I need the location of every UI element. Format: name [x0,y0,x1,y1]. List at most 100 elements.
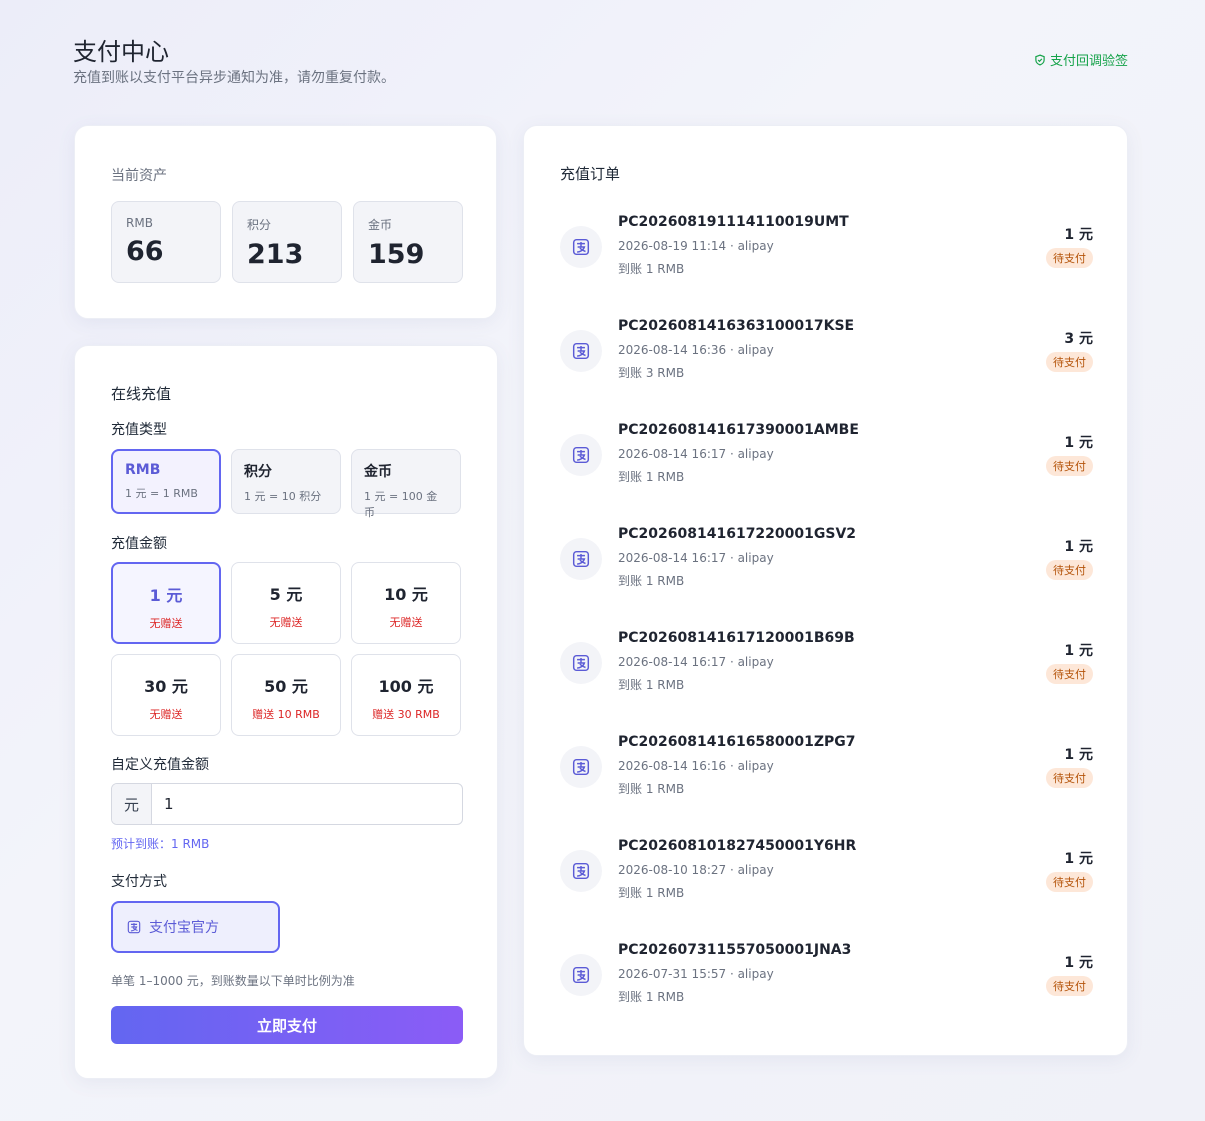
order-item[interactable]: PC202608141616580001ZPG7 2026-08-14 16:1… [560,732,1093,836]
order-arrival: 到账 1 RMB [618,782,685,796]
order-status-badge: 待支付 [1046,976,1093,996]
order-id: PC202607311557050001JNA3 [618,942,852,958]
amount-value: 100 元 [378,677,434,696]
order-icon-wrap [560,538,602,580]
amount-option[interactable]: 5 元 无赠送 [231,562,341,644]
amount-value: 10 元 [384,585,428,604]
alipay-icon [127,920,141,934]
order-meta: 2026-08-14 16:17 · alipay [618,655,774,669]
asset-tiles: RMB 66 积分 213 金币 159 [111,201,463,283]
amount-bonus: 无赠送 [389,616,423,629]
type-rate: 1 元 = 100 金币 [364,490,438,519]
order-price: 1 元 [1064,539,1093,555]
page-subtitle: 充值到账以支付平台异步通知为准，请勿重复付款。 [73,70,395,86]
order-id: PC202608141616580001ZPG7 [618,734,856,750]
order-price: 1 元 [1064,851,1093,867]
order-icon-wrap [560,850,602,892]
order-price: 1 元 [1064,747,1093,763]
payment-method-alipay[interactable]: 支付宝官方 [111,901,280,953]
recharge-amount-label: 充值金额 [111,536,167,552]
order-arrival: 到账 1 RMB [618,886,685,900]
page-title: 支付中心 [73,38,169,66]
custom-amount-input[interactable] [152,784,462,824]
pay-now-button[interactable]: 立即支付 [111,1006,463,1044]
order-item[interactable]: PC202608141617120001B69B 2026-08-14 16:1… [560,628,1093,732]
callback-verify-link[interactable]: 支付回调验签 [1034,50,1128,69]
order-price: 1 元 [1064,435,1093,451]
order-item[interactable]: PC202608101827450001Y6HR 2026-08-10 18:2… [560,836,1093,940]
payment-method-label: 支付方式 [111,874,167,890]
asset-value: 213 [247,239,304,270]
recharge-title: 在线充值 [111,385,172,403]
type-name: 金币 [364,464,392,480]
recharge-type-label: 充值类型 [111,422,167,438]
order-id: PC202608141617120001B69B [618,630,855,646]
assets-card: 当前资产 RMB 66 积分 213 金币 159 [74,125,497,319]
order-status-badge: 待支付 [1046,872,1093,892]
asset-label: RMB [126,216,153,230]
type-rate: 1 元 = 10 积分 [244,490,322,503]
order-arrival: 到账 1 RMB [618,470,685,484]
recharge-type-options: RMB 1 元 = 1 RMB 积分 1 元 = 10 积分 金币 1 元 = … [111,449,461,519]
recharge-card: 在线充值 充值类型 RMB 1 元 = 1 RMB 积分 1 元 = 10 积分… [74,345,498,1079]
amount-bonus: 无赠送 [269,616,303,629]
amount-bonus: 赠送 10 RMB [252,708,320,721]
order-list: PC202608191114110019UMT 2026-08-19 11:14… [560,212,1093,1044]
asset-tile-rmb: RMB 66 [111,201,221,283]
order-status-badge: 待支付 [1046,768,1093,788]
order-status-badge: 待支付 [1046,456,1093,476]
alipay-icon [572,238,590,256]
order-meta: 2026-08-14 16:17 · alipay [618,447,774,461]
type-rate: 1 元 = 1 RMB [125,487,198,500]
alipay-icon [572,654,590,672]
alipay-icon [572,342,590,360]
order-status-badge: 待支付 [1046,664,1093,684]
orders-card: 充值订单 PC202608191114110019UMT 2026-08-19 … [523,125,1128,1056]
verify-link-label: 支付回调验签 [1049,54,1128,69]
type-option-points[interactable]: 积分 1 元 = 10 积分 [231,449,341,514]
type-option-rmb[interactable]: RMB 1 元 = 1 RMB [111,449,221,514]
amount-option[interactable]: 30 元 无赠送 [111,654,221,736]
order-item[interactable]: PC202608191114110019UMT 2026-08-19 11:14… [560,212,1093,316]
type-option-coins[interactable]: 金币 1 元 = 100 金币 [351,449,461,519]
alipay-icon [572,758,590,776]
order-id: PC202608101827450001Y6HR [618,838,857,854]
order-id: PC2026081416363100017KSE [618,318,855,334]
amount-option[interactable]: 1 元 无赠送 [111,562,221,644]
asset-value: 66 [126,236,164,267]
amount-option[interactable]: 10 元 无赠送 [351,562,461,644]
order-arrival: 到账 1 RMB [618,678,685,692]
order-price: 1 元 [1064,643,1093,659]
order-item[interactable]: PC202608141617390001AMBE 2026-08-14 16:1… [560,420,1093,524]
order-item[interactable]: PC2026081416363100017KSE 2026-08-14 16:3… [560,316,1093,420]
order-id: PC202608141617390001AMBE [618,422,859,438]
order-arrival: 到账 1 RMB [618,574,685,588]
asset-tile-coins: 金币 159 [353,201,463,283]
order-meta: 2026-07-31 15:57 · alipay [618,967,774,981]
order-price: 3 元 [1064,331,1093,347]
order-status-badge: 待支付 [1046,248,1093,268]
order-arrival: 到账 1 RMB [618,262,685,276]
amount-option[interactable]: 50 元 赠送 10 RMB [231,654,341,736]
estimate-text: 预计到账：1 RMB [111,837,210,851]
amount-option[interactable]: 100 元 赠送 30 RMB [351,654,461,736]
order-icon-wrap [560,434,602,476]
type-name: 积分 [244,464,272,480]
order-meta: 2026-08-10 18:27 · alipay [618,863,774,877]
custom-amount-group: 元 [111,783,463,825]
order-item[interactable]: PC202608141617220001GSV2 2026-08-14 16:1… [560,524,1093,628]
alipay-icon [572,862,590,880]
amount-value: 50 元 [264,677,308,696]
order-icon-wrap [560,746,602,788]
currency-prefix: 元 [112,784,152,824]
recharge-note: 单笔 1–1000 元，到账数量以下单时比例为准 [111,974,355,988]
amount-bonus: 无赠送 [149,708,183,721]
amount-bonus: 赠送 30 RMB [372,708,440,721]
order-item[interactable]: PC202607311557050001JNA3 2026-07-31 15:5… [560,940,1093,1044]
amount-bonus: 无赠送 [149,617,183,630]
alipay-icon [572,550,590,568]
order-price: 1 元 [1064,955,1093,971]
orders-title: 充值订单 [560,165,621,183]
type-name: RMB [125,462,161,478]
order-price: 1 元 [1064,227,1093,243]
